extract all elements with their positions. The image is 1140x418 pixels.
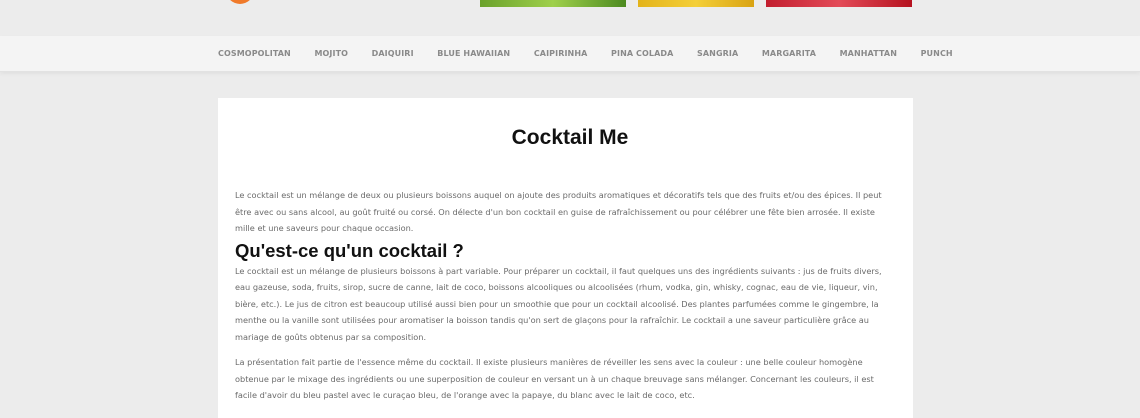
article-content: Le cocktail est un mélange de deux ou pl… [235,187,895,404]
nav-item-punch[interactable]: PUNCH [921,49,953,58]
section-paragraph-2: La présentation fait partie de l'essence… [235,357,874,400]
nav-item-manhattan[interactable]: MANHATTAN [840,49,897,58]
header-strip [0,0,1140,36]
page-title: Cocktail Me [511,126,629,149]
logo-icon[interactable] [226,0,254,4]
nav-item-daiquiri[interactable]: DAIQUIRI [372,49,414,58]
nav-item-caipirinha[interactable]: CAIPIRINHA [534,49,588,58]
nav-item-sangria[interactable]: SANGRIA [697,49,738,58]
intro-paragraph: Le cocktail est un mélange de deux ou pl… [235,190,882,233]
nav-item-margarita[interactable]: MARGARITA [762,49,816,58]
nav-item-mojito[interactable]: MOJITO [314,49,348,58]
header-banner [480,0,912,7]
nav-item-blue-hawaiian[interactable]: BLUE HAWAIIAN [437,49,510,58]
nav-menu: COSMOPOLITAN MOJITO DAIQUIRI BLUE HAWAII… [218,36,976,71]
nav-item-pina-colada[interactable]: PINA COLADA [611,49,673,58]
green-cocktail-image [480,0,626,7]
nav-item-cosmopolitan[interactable]: COSMOPOLITAN [218,49,291,58]
red-cocktail-image [766,0,912,7]
section-heading: Qu'est-ce qu'un cocktail ? [235,239,464,261]
main-navigation: COSMOPOLITAN MOJITO DAIQUIRI BLUE HAWAII… [0,36,1140,72]
section-paragraph-1: Le cocktail est un mélange de plusieurs … [235,265,882,342]
yellow-cocktail-image [638,0,754,7]
